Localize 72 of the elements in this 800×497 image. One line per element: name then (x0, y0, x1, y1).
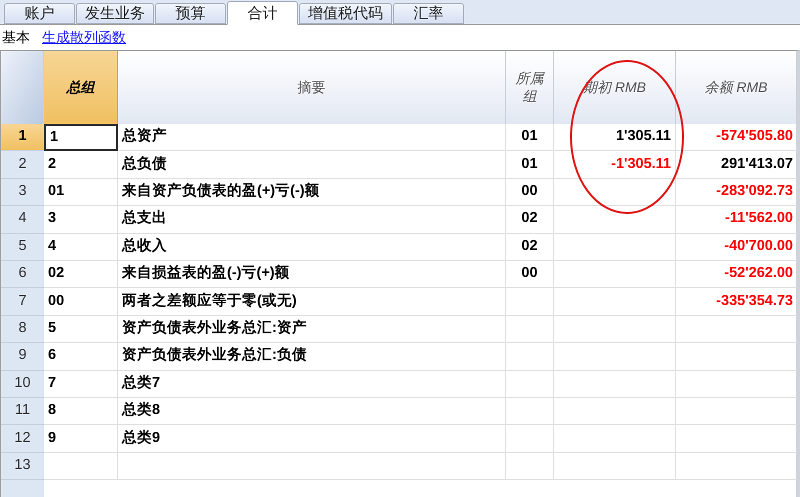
amount: -335'354.73 (716, 292, 793, 311)
table-cell: 02 (506, 206, 554, 234)
tab[interactable]: 汇率 (393, 3, 464, 24)
row-number[interactable]: 4 (1, 206, 44, 234)
table-cell: 来自资产负债表的盈(+)亏(-)额 (118, 178, 506, 206)
row-number[interactable]: 13 (1, 452, 44, 480)
tab[interactable]: 增值税代码 (299, 3, 392, 24)
row-number[interactable]: 2 (1, 151, 44, 179)
tab[interactable]: 合计 (227, 1, 298, 25)
table-cell: 总支出 (118, 206, 506, 234)
generate-hash-link[interactable]: 生成散列函数 (42, 27, 126, 48)
row-number[interactable]: 7 (1, 288, 44, 316)
table-cell (506, 398, 554, 426)
table-cell: 00 (506, 260, 554, 288)
amount: -52'262.00 (724, 264, 793, 284)
table-cell: 4 (44, 234, 118, 261)
table-cell: 01 (506, 124, 554, 152)
table-cell: 总收入 (118, 234, 506, 261)
row-number[interactable]: 8 (1, 316, 44, 344)
amount: -1'305.11 (611, 154, 671, 174)
table-cell: 9 (44, 425, 118, 453)
amount: 1'305.11 (616, 127, 671, 146)
row-number[interactable]: 9 (1, 343, 44, 371)
table-cell: 5 (44, 316, 118, 344)
table-cell (506, 452, 554, 480)
column-header[interactable]: 所属组 (506, 51, 554, 124)
amount: 291'413.07 (721, 154, 793, 174)
row-header-strip (1, 480, 44, 497)
amount: -283'092.73 (716, 182, 793, 202)
table-cell: 7 (44, 370, 118, 398)
table-cell (506, 343, 554, 371)
tab[interactable]: 发生业务 (76, 3, 154, 24)
amount: -40'700.00 (724, 236, 793, 256)
tab[interactable]: 预算 (155, 3, 226, 24)
row-number[interactable]: 5 (1, 234, 44, 261)
table-cell: 总类9 (118, 425, 506, 453)
table-cell (506, 370, 554, 398)
table-cell: 02 (506, 234, 554, 261)
table-cell: 00 (506, 178, 554, 206)
table-cell: 01 (506, 151, 554, 179)
table-cell: 总负债 (118, 151, 506, 179)
table-cell: 02 (44, 260, 118, 288)
column-header[interactable]: 摘要 (118, 51, 506, 124)
column-header[interactable]: 总组 (44, 51, 118, 124)
table-cell: 8 (44, 398, 118, 426)
table-cell (506, 316, 554, 344)
column-header[interactable]: 余额 RMB (676, 51, 797, 124)
row-number[interactable]: 1 (1, 124, 44, 152)
table-cell: 来自损益表的盈(-)亏(+)额 (118, 260, 506, 288)
row-number[interactable]: 3 (1, 178, 44, 206)
row-number[interactable]: 6 (1, 260, 44, 288)
table-cell: 总类7 (118, 370, 506, 398)
table-cell: 00 (44, 288, 118, 316)
view-label: 基本 (2, 28, 30, 47)
table-cell: 3 (44, 206, 118, 234)
row-number[interactable]: 11 (1, 398, 44, 426)
row-number[interactable]: 12 (1, 425, 44, 453)
table-cell: 6 (44, 343, 118, 371)
table-cell: 2 (44, 151, 118, 179)
table-cell: 01 (44, 178, 118, 206)
table-cell (506, 425, 554, 453)
table-cell (506, 288, 554, 316)
tab[interactable]: 账户 (4, 3, 75, 24)
amount: -574'505.80 (716, 127, 793, 146)
table-cell: 资产负债表外业务总汇:资产 (118, 316, 506, 344)
table-cell: 总资产 (118, 124, 506, 152)
table-cell: 两者之差额应等于零(或无) (118, 288, 506, 316)
table-cell: 1 (44, 124, 118, 152)
amount: -11'562.00 (725, 209, 793, 228)
row-number[interactable]: 10 (1, 370, 44, 398)
table-cell: 资产负债表外业务总汇:负债 (118, 343, 506, 371)
table-cell: 总类8 (118, 398, 506, 426)
